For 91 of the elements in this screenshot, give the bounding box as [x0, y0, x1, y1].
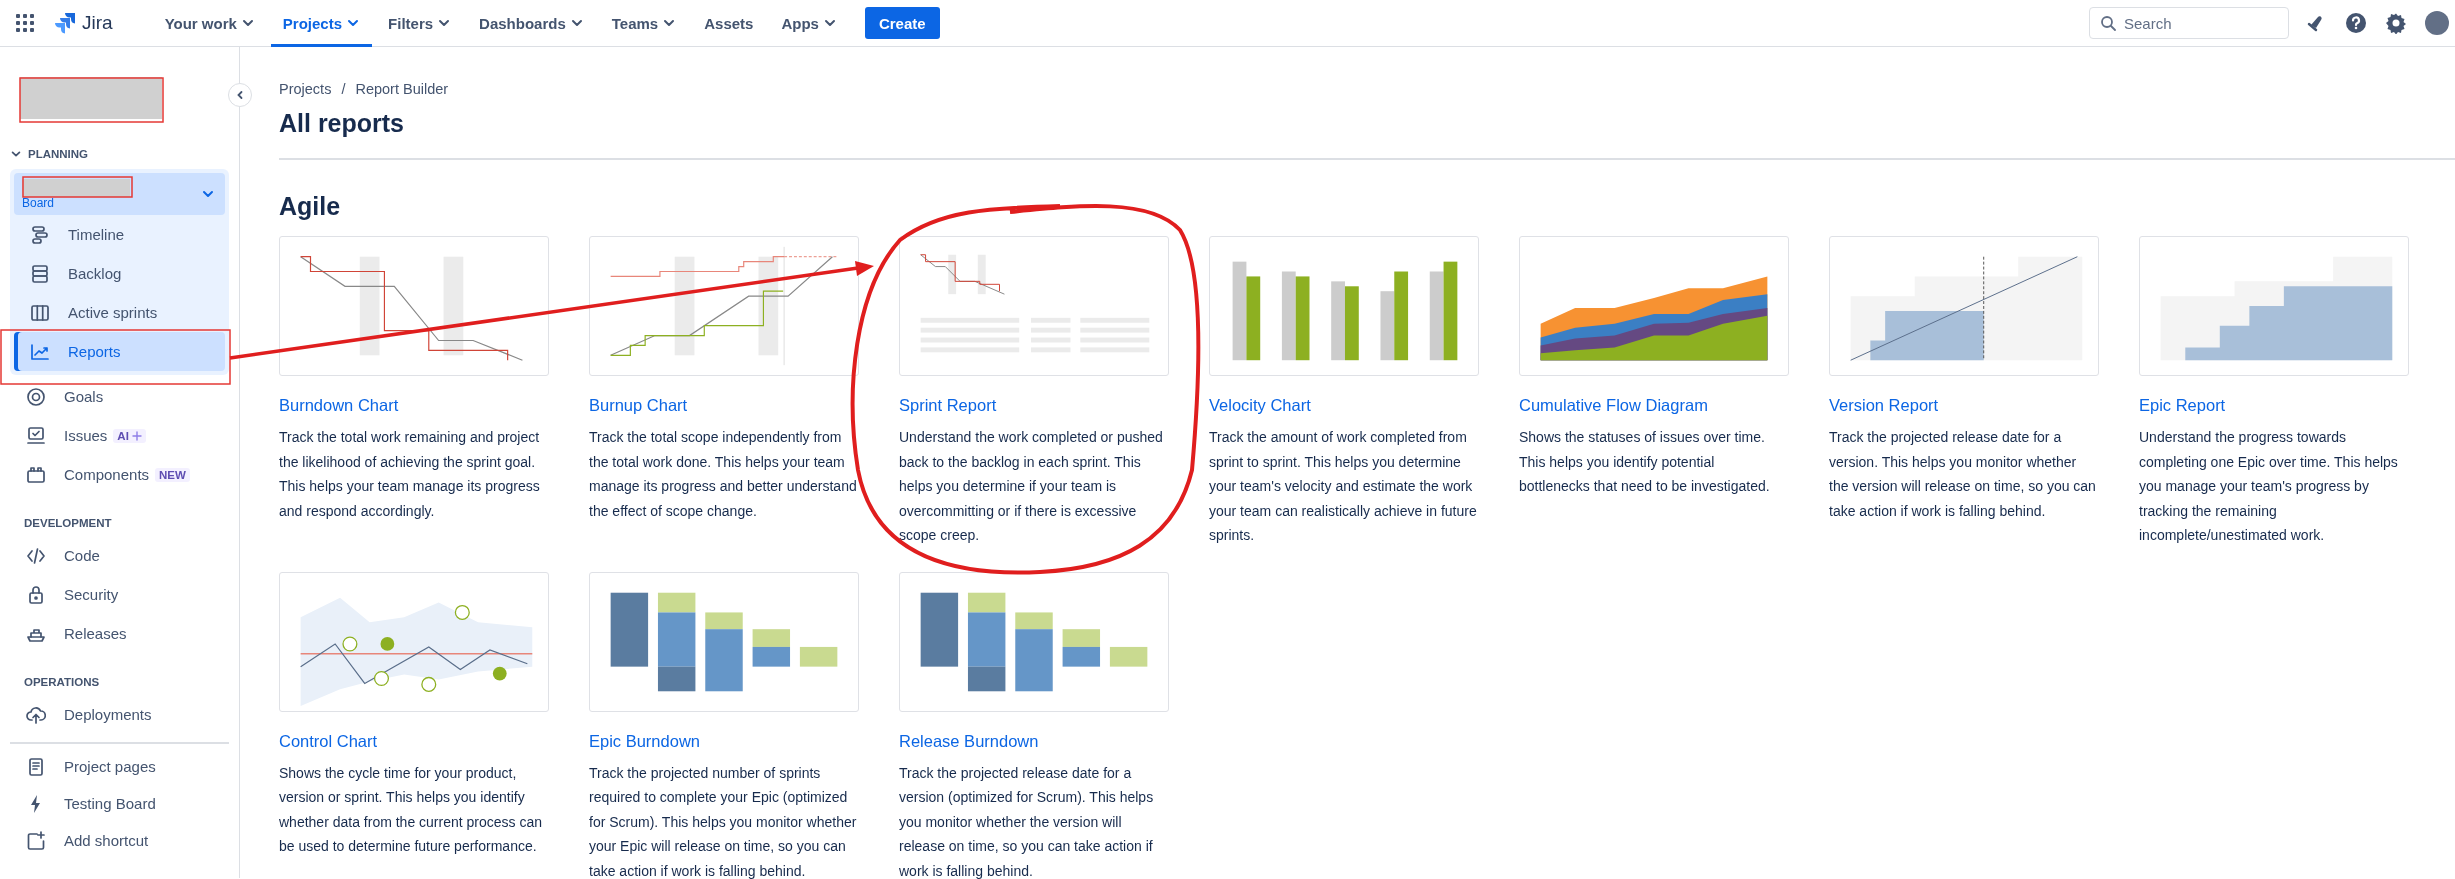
report-link[interactable]: Release Burndown	[899, 731, 1039, 751]
breadcrumb-link[interactable]: Report Builder	[355, 81, 449, 97]
report-description: Track the total work remaining and project the likelihood of achieving the sprint goal. This helps your team manage its progress and respond accordingly.	[279, 428, 541, 521]
chart-bar	[1062, 646, 1101, 667]
chart-bar	[752, 628, 791, 647]
columns-icon	[30, 302, 50, 323]
chevron-left-icon	[235, 90, 245, 100]
new-tag: NEW	[155, 467, 190, 482]
search-icon	[2100, 15, 2116, 31]
add-shortcut-icon	[26, 830, 46, 851]
nav-tab[interactable]: Dashboards	[467, 0, 596, 47]
sidebar-item[interactable]: Testing Board	[10, 785, 229, 822]
page-title: All reports	[279, 109, 406, 138]
report-link[interactable]: Velocity Chart	[1209, 396, 1311, 415]
code-icon	[26, 545, 46, 566]
list-icon	[30, 263, 50, 284]
nav-tab[interactable]: Filters	[376, 0, 464, 47]
report-description: Understand the work completed or pushed back to the backlog in each sprint. This helps you determine if your team is overcommitting or if there is excessive scope creep.	[899, 428, 1164, 545]
chart-bar	[1062, 628, 1101, 647]
sidebar-item[interactable]: Goals	[10, 377, 229, 416]
ai-tag: AI	[113, 428, 146, 443]
chart-bar	[1109, 646, 1148, 667]
report-description: Track the projected number of sprints required to complete your Epic (optimized for Scrum). This helps you monitor whether your Epic will release on time, so you can take action if work is falling behind.	[589, 763, 858, 879]
app-name[interactable]: Jira	[82, 12, 113, 34]
board-selector[interactable]: Board	[14, 173, 225, 215]
box-icon	[26, 464, 46, 485]
logo-icon	[54, 12, 76, 34]
section-heading: DEVELOPMENT	[24, 516, 113, 531]
sidebar-item[interactable]: Reports	[14, 332, 225, 371]
lock-icon	[26, 584, 46, 605]
nav-tab[interactable]: Projects	[270, 0, 373, 47]
report-description: Shows the cycle time for your product, version or sprint. This helps you identify whether data from the current process can be used to determine future performance.	[279, 763, 544, 856]
report-link[interactable]: Epic Burndown	[589, 731, 700, 751]
help-icon[interactable]	[2345, 12, 2367, 34]
timeline-icon	[30, 224, 50, 245]
sidebar-item[interactable]: Active sprints	[14, 293, 225, 332]
chart-bar	[948, 254, 957, 295]
report-description: Track the amount of work completed from sprint to sprint. This helps you determine your team's velocity and estimate the work your team can realistically achieve in future sprints.	[1209, 428, 1478, 545]
sidebar-item[interactable]: Components NEW	[10, 455, 229, 494]
sidebar-item[interactable]: Timeline	[14, 215, 225, 254]
create-button[interactable]: Create	[864, 7, 940, 39]
monitor-icon	[26, 425, 46, 446]
sidebar-item[interactable]: Issues AI	[10, 416, 229, 455]
board-label: Board	[22, 196, 56, 210]
chart-point	[342, 635, 358, 651]
nav-tab[interactable]: Apps	[769, 0, 849, 47]
avatar[interactable]	[2425, 11, 2449, 35]
sidebar-item[interactable]: Backlog	[14, 254, 225, 293]
section-heading: OPERATIONS	[24, 675, 101, 690]
settings-icon[interactable]	[2385, 12, 2407, 34]
report-link[interactable]: Burndown Chart	[279, 396, 399, 415]
cloud-upload-icon	[26, 704, 46, 725]
report-link[interactable]: Epic Report	[2139, 396, 2226, 415]
chart-point	[380, 636, 395, 651]
report-description: Track the projected release date for a version. This helps you monitor whether the version will release on time, so you can take action if work is falling behind.	[1829, 428, 2097, 521]
sparkle-icon	[131, 430, 142, 441]
report-link[interactable]: Burnup Chart	[589, 396, 688, 415]
chart-point	[454, 604, 470, 620]
report-description: Understand the progress towards completing one Epic over time. This helps you manage your team's progress by tracking the remaining incomplete/unestimated work.	[2139, 428, 2399, 545]
nav-tab[interactable]: Teams	[599, 0, 689, 47]
report-description: Track the total scope independently from the total work done. This helps your team manage its progress and better understand the effect of scope change.	[589, 428, 858, 521]
nav-tab[interactable]: Assets	[692, 0, 766, 47]
chart-point	[421, 676, 437, 692]
sidebar-item[interactable]: Deployments	[10, 695, 229, 734]
nav-tab[interactable]: Your work	[152, 0, 267, 47]
chart-icon	[30, 341, 50, 362]
report-link[interactable]: Version Report	[1829, 396, 1939, 415]
search-field[interactable]: Search	[2089, 7, 2289, 39]
section-heading[interactable]: PLANNING	[10, 145, 89, 163]
sidebar-item[interactable]: Code	[10, 536, 229, 575]
sidebar-item[interactable]: Project pages	[10, 748, 229, 785]
chart-bar	[977, 254, 986, 295]
breadcrumb-link[interactable]: Projects	[279, 81, 332, 97]
page-icon	[26, 756, 46, 777]
target-icon	[26, 386, 46, 407]
report-description: Track the projected release date for a version (optimized for Scrum). This helps you monitor whether the version will release on time, so you can take action if work is falling behind.	[899, 763, 1155, 879]
sidebar-item[interactable]: Add shortcut	[10, 822, 229, 859]
sidebar-item[interactable]: Security	[10, 575, 229, 614]
report-link[interactable]: Sprint Report	[899, 396, 997, 415]
section-title: Agile	[279, 192, 342, 221]
chart-bar	[799, 646, 838, 667]
chart-bar	[1380, 291, 1395, 361]
sidebar-item[interactable]: Releases	[10, 614, 229, 653]
collapse-sidebar-button[interactable]	[228, 83, 252, 107]
breadcrumb-separator: /	[341, 81, 346, 97]
report-link[interactable]: Control Chart	[279, 731, 378, 751]
report-description: Shows the statuses of issues over time. This helps you identify potential bottlenecks that need to be investigated.	[1519, 428, 1771, 496]
report-link[interactable]: Cumulative Flow Diagram	[1519, 396, 1708, 415]
app-grid-icon[interactable]	[16, 14, 34, 32]
chart-point	[492, 666, 507, 680]
chart-bar	[752, 646, 791, 667]
